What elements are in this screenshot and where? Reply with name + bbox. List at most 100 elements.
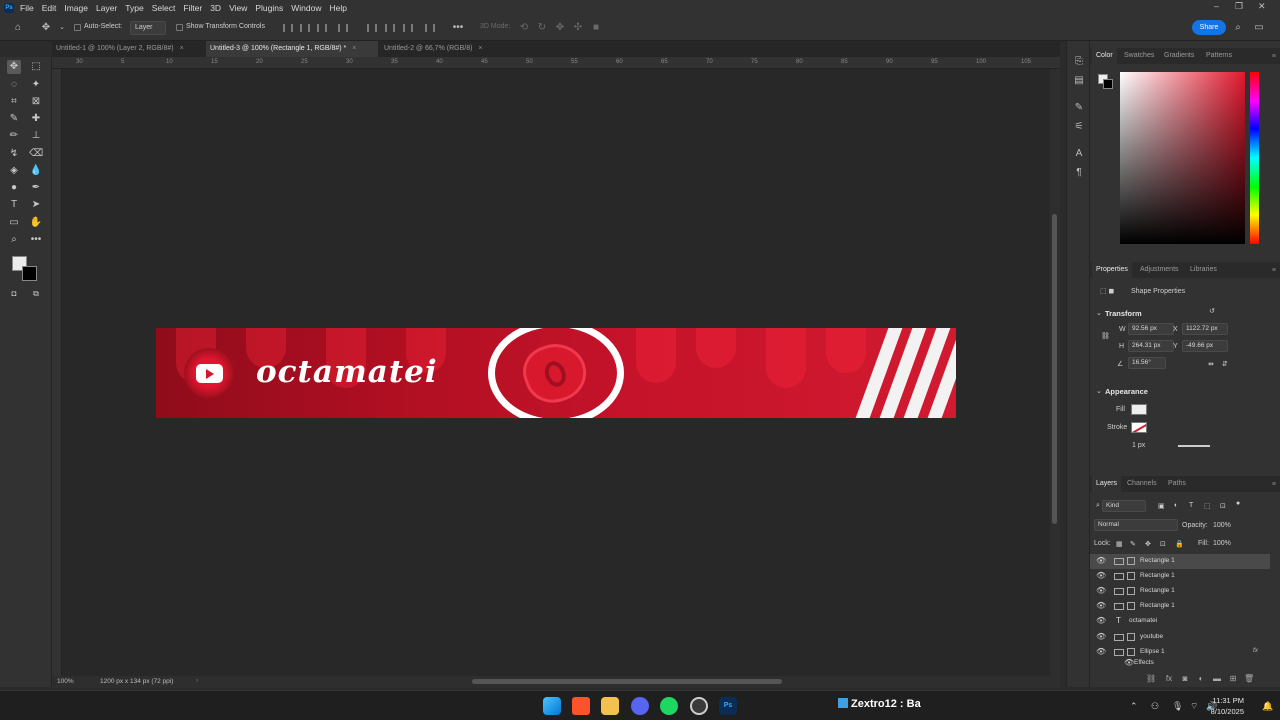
tab-channels[interactable]: Channels [1123, 476, 1161, 492]
blend-mode-dropdown[interactable]: Normal [1094, 519, 1178, 531]
windows-start-icon[interactable] [543, 697, 561, 715]
fill-swatch[interactable] [1131, 404, 1147, 415]
tab-paths[interactable]: Paths [1164, 476, 1190, 492]
visibility-eye-icon[interactable]: 👁 [1096, 602, 1106, 610]
character-icon[interactable]: A [1072, 147, 1086, 161]
distribute-icon[interactable] [338, 24, 348, 32]
visibility-eye-icon[interactable]: 👁 [1096, 557, 1106, 565]
layer-row[interactable]: 👁 Rectangle 1 [1090, 554, 1270, 569]
chevron-up-icon[interactable]: ⌃ [1130, 701, 1138, 712]
transform-controls-checkbox[interactable] [176, 24, 183, 31]
zoom-level[interactable]: 100% [57, 678, 74, 685]
menu-filter[interactable]: Filter [183, 3, 202, 13]
layer-row[interactable]: 👁 Rectangle 1 [1090, 599, 1270, 614]
visibility-eye-icon[interactable]: 👁 [1096, 648, 1106, 656]
lock-artboard-icon[interactable]: ⊡ [1160, 540, 1166, 548]
vertical-scrollbar[interactable] [1050, 69, 1060, 676]
menu-help[interactable]: Help [329, 3, 346, 13]
width-field[interactable]: 92.56 px [1128, 323, 1174, 335]
photoshop-taskbar-icon[interactable]: Ps [719, 697, 737, 715]
delete-layer-icon[interactable]: 🗑 [1244, 674, 1254, 684]
menu-view[interactable]: View [229, 3, 247, 13]
panel-menu-icon[interactable]: ≡ [1272, 267, 1276, 274]
history-icon[interactable]: ⎘ [1072, 55, 1086, 69]
zoom-tool-icon[interactable]: ⌕ [7, 233, 21, 247]
horizontal-scroll-thumb[interactable] [472, 679, 782, 684]
stroke-swatch[interactable] [1131, 422, 1147, 433]
flip-vertical-icon[interactable]: ⇵ [1222, 360, 1228, 368]
tab-layers[interactable]: Layers [1092, 476, 1122, 492]
link-layers-icon[interactable]: ⛓ [1146, 674, 1156, 684]
new-adjustment-icon[interactable]: ◐ [1196, 674, 1206, 684]
adjust-icon[interactable]: ⚟ [1072, 120, 1086, 134]
y-field[interactable]: -49.66 px [1182, 340, 1228, 352]
visibility-eye-icon[interactable]: 👁 [1096, 633, 1106, 641]
align-right-icon[interactable] [317, 24, 327, 32]
file-explorer-icon[interactable] [601, 697, 619, 715]
rectangle-tool-icon[interactable]: ▭ [7, 216, 21, 230]
new-layer-icon[interactable]: ⊞ [1228, 674, 1238, 684]
dodge-tool-icon[interactable]: ● [7, 181, 21, 195]
panel-menu-icon[interactable]: ≡ [1272, 481, 1276, 488]
hue-slider[interactable] [1250, 72, 1259, 244]
brush-settings-icon[interactable]: ✎ [1072, 101, 1086, 115]
menu-layer[interactable]: Layer [96, 3, 117, 13]
wifi-icon[interactable]: ⌔ [1190, 701, 1198, 712]
menu-file[interactable]: File [20, 3, 34, 13]
lock-position-icon[interactable]: ✥ [1145, 540, 1151, 548]
hand-tool-icon[interactable]: ✋ [29, 216, 43, 230]
color-picker-field[interactable] [1120, 72, 1245, 244]
mic-tray-icon[interactable]: 🎙 [1172, 701, 1183, 712]
tab-close-icon[interactable]: × [180, 45, 184, 52]
tab-properties[interactable]: Properties [1092, 262, 1132, 278]
menu-edit[interactable]: Edit [42, 3, 57, 13]
menu-image[interactable]: Image [64, 3, 88, 13]
visibility-eye-icon[interactable]: 👁 [1096, 572, 1106, 580]
link-icon[interactable]: ⛓ [1101, 332, 1110, 340]
align-left-icon[interactable] [283, 24, 293, 32]
layer-effects-icon[interactable]: fx [1253, 647, 1258, 654]
comments-icon[interactable]: ▤ [1072, 74, 1086, 88]
layer-row[interactable]: 👁 T octamatei [1090, 614, 1270, 629]
add-mask-icon[interactable]: ◙ [1180, 674, 1190, 684]
move-tool-icon[interactable]: ✥ [40, 22, 52, 34]
add-style-icon[interactable]: fx [1164, 674, 1174, 684]
move-tool-icon[interactable]: ✥ [7, 60, 21, 74]
restore-icon[interactable]: ❐ [1235, 1, 1243, 12]
discord-icon[interactable] [631, 697, 649, 715]
fill-opacity-value[interactable]: 100% [1213, 540, 1231, 547]
layer-row[interactable]: 👁 Rectangle 1 [1090, 584, 1270, 599]
chevron-down-icon[interactable]: ⌄ [1096, 309, 1102, 317]
stroke-style-dropdown[interactable] [1178, 445, 1210, 447]
minimize-icon[interactable]: – [1214, 1, 1219, 11]
spotify-icon[interactable] [660, 697, 678, 715]
frame-tool-icon[interactable]: ⊠ [29, 95, 43, 109]
taskbar-clock[interactable]: 11:31 PM 8/10/2025 [1211, 695, 1244, 717]
visibility-eye-icon[interactable]: 👁 [1124, 659, 1134, 667]
brave-browser-icon[interactable] [572, 697, 590, 715]
crop-tool-icon[interactable]: ⌗ [7, 95, 21, 109]
auto-select-dropdown[interactable]: Layer [130, 21, 166, 35]
path-selection-icon[interactable]: ➤ [29, 198, 43, 212]
type-tool-icon[interactable]: T [7, 198, 21, 212]
visibility-eye-icon[interactable]: 👁 [1096, 587, 1106, 595]
blur-tool-icon[interactable]: 💧 [29, 164, 43, 178]
network-tray-icon[interactable]: ⚇ [1151, 701, 1159, 712]
menu-plugins[interactable]: Plugins [255, 3, 283, 13]
reset-icon[interactable]: ↺ [1209, 307, 1215, 315]
tab-patterns[interactable]: Patterns [1202, 48, 1236, 64]
lock-all-icon[interactable]: 🔒 [1175, 540, 1184, 548]
marquee-tool-icon[interactable]: ⬚ [29, 60, 43, 74]
tab-adjustments[interactable]: Adjustments [1136, 262, 1183, 278]
screen-mode-icon[interactable]: ⧉ [29, 287, 43, 301]
chatgpt-icon[interactable] [690, 697, 708, 715]
chevron-down-icon[interactable]: ⌄ [56, 22, 68, 34]
paint-bucket-icon[interactable]: ◈ [7, 164, 21, 178]
panel-menu-icon[interactable]: ≡ [1272, 53, 1276, 60]
menu-3d[interactable]: 3D [210, 3, 221, 13]
notifications-icon[interactable]: 🔔 [1262, 701, 1273, 712]
layer-effects-row[interactable]: 👁 Effects [1090, 658, 1270, 668]
lasso-tool-icon[interactable]: ◌ [7, 78, 21, 92]
x-field[interactable]: 1122.72 px [1182, 323, 1228, 335]
eyedropper-icon[interactable]: ✎ [7, 112, 21, 126]
